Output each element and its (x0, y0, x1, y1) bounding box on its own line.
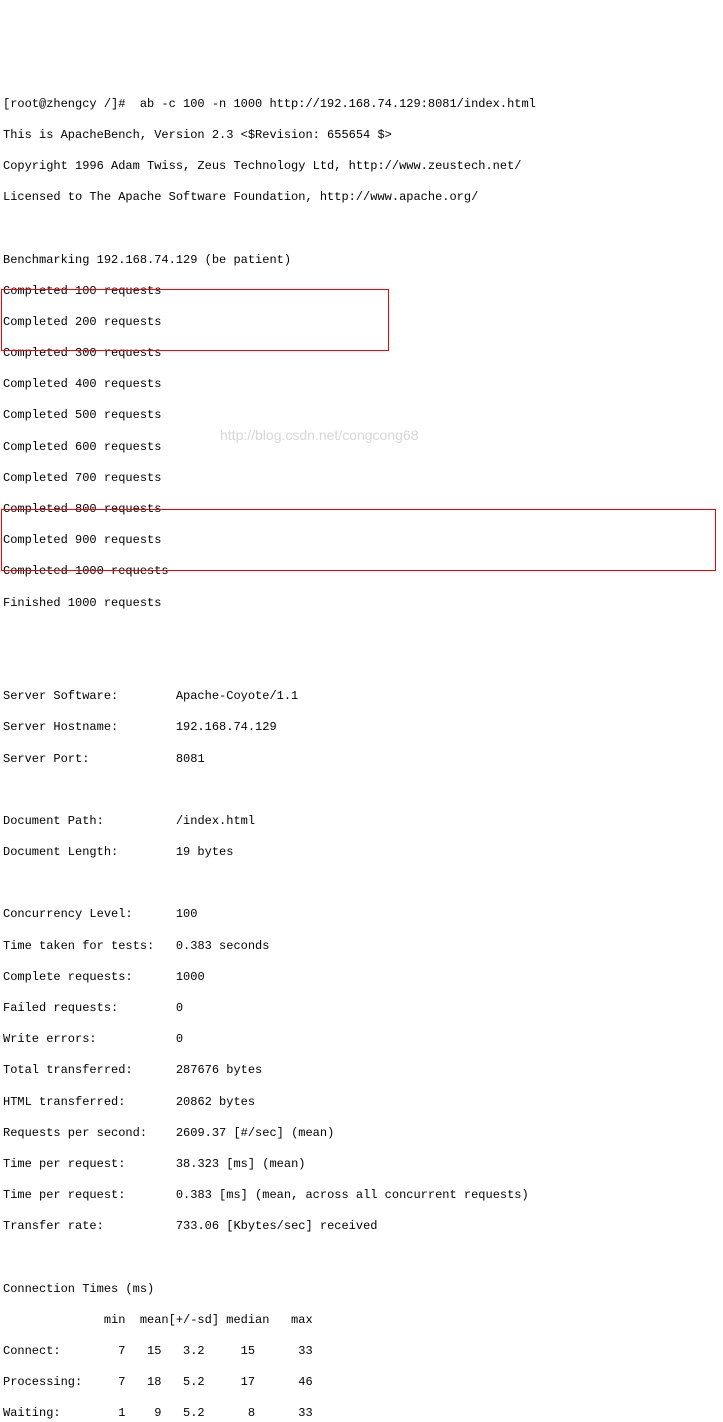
failed-requests: Failed requests: 0 (3, 1001, 720, 1017)
server-software: Server Software: Apache-Coyote/1.1 (3, 689, 720, 705)
blank-line (3, 221, 720, 237)
completed-line: Completed 600 requests (3, 440, 720, 456)
connection-columns: min mean[+/-sd] median max (3, 1313, 720, 1329)
blank-line (3, 783, 720, 799)
document-length: Document Length: 19 bytes (3, 845, 720, 861)
server-port: Server Port: 8081 (3, 752, 720, 768)
write-errors: Write errors: 0 (3, 1032, 720, 1048)
header-copyright: Copyright 1996 Adam Twiss, Zeus Technolo… (3, 159, 720, 175)
time-per-request-2: Time per request: 0.383 [ms] (mean, acro… (3, 1188, 720, 1204)
time-per-request-1: Time per request: 38.323 [ms] (mean) (3, 1157, 720, 1173)
conn-processing: Processing: 7 18 5.2 17 46 (3, 1375, 720, 1391)
time-taken: Time taken for tests: 0.383 seconds (3, 939, 720, 955)
blank-line (3, 876, 720, 892)
conn-waiting: Waiting: 1 9 5.2 8 33 (3, 1406, 720, 1422)
requests-per-second: Requests per second: 2609.37 [#/sec] (me… (3, 1126, 720, 1142)
conn-connect: Connect: 7 15 3.2 15 33 (3, 1344, 720, 1360)
header-version: This is ApacheBench, Version 2.3 <$Revis… (3, 128, 720, 144)
server-hostname: Server Hostname: 192.168.74.129 (3, 720, 720, 736)
html-transferred: HTML transferred: 20862 bytes (3, 1095, 720, 1111)
blank-line (3, 1251, 720, 1267)
connection-times-header: Connection Times (ms) (3, 1282, 720, 1298)
document-path: Document Path: /index.html (3, 814, 720, 830)
total-transferred: Total transferred: 287676 bytes (3, 1063, 720, 1079)
transfer-rate: Transfer rate: 733.06 [Kbytes/sec] recei… (3, 1219, 720, 1235)
command-line: [root@zhengcy /]# ab -c 100 -n 1000 http… (3, 97, 720, 113)
header-license: Licensed to The Apache Software Foundati… (3, 190, 720, 206)
blank-line (3, 627, 720, 643)
benchmarking-line: Benchmarking 192.168.74.129 (be patient) (3, 253, 720, 269)
complete-requests: Complete requests: 1000 (3, 970, 720, 986)
completed-line: Completed 700 requests (3, 471, 720, 487)
completed-line: Completed 500 requests (3, 408, 720, 424)
concurrency-level: Concurrency Level: 100 (3, 907, 720, 923)
highlight-box-perf (1, 509, 716, 571)
highlight-box-server (1, 289, 389, 351)
completed-line: Completed 400 requests (3, 377, 720, 393)
finished-line: Finished 1000 requests (3, 596, 720, 612)
blank-line (3, 658, 720, 674)
